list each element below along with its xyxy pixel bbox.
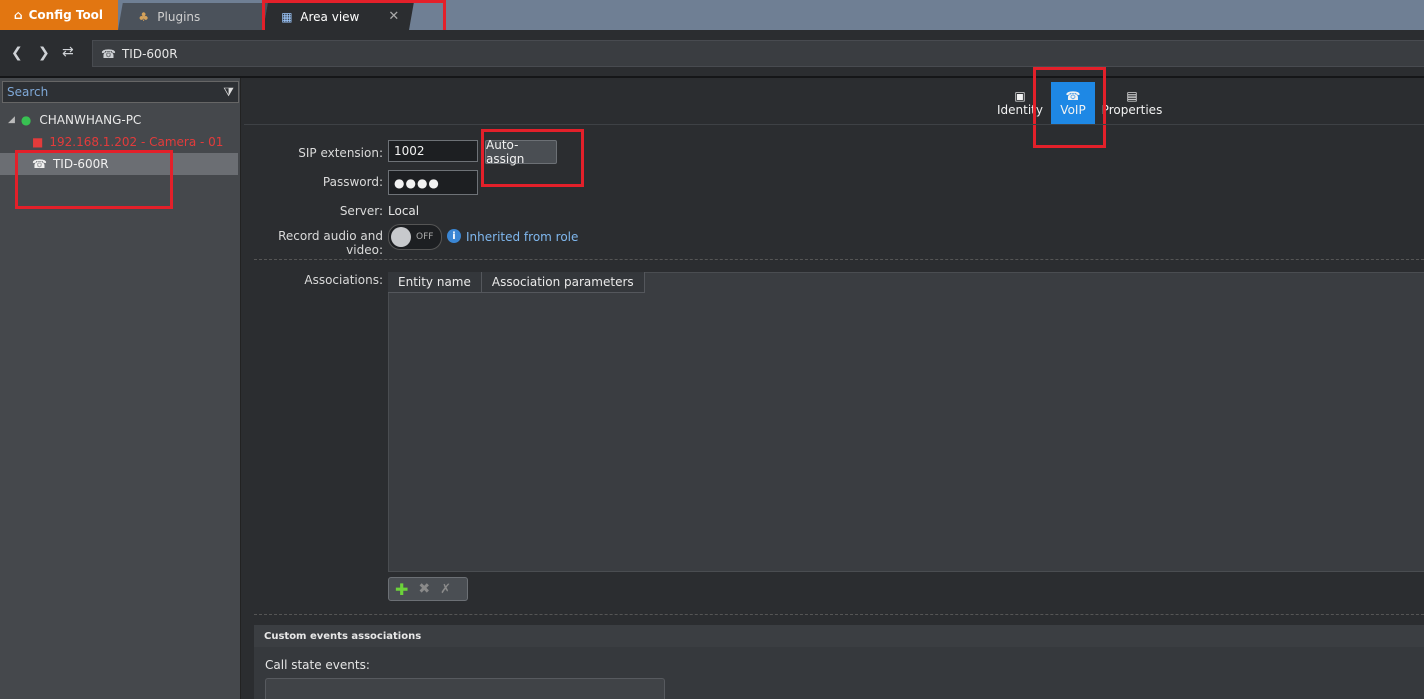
phone-icon: ☎	[32, 157, 47, 171]
plugin-icon: ♣	[138, 9, 150, 24]
tree-tid-label: TID-600R	[52, 157, 109, 171]
password-label: Password:	[322, 175, 383, 189]
tab-identity[interactable]: ▣ Identity	[997, 82, 1043, 124]
search-placeholder: Search	[7, 85, 49, 99]
auto-assign-button[interactable]: Auto-assign	[485, 138, 557, 166]
back-icon[interactable]: ❮	[11, 45, 23, 61]
tab-plugins-label: Plugins	[157, 9, 201, 24]
expand-icon[interactable]: ◢	[8, 115, 15, 125]
tab-voip-label: VoIP	[1060, 103, 1086, 117]
server-label: Server:	[339, 204, 383, 218]
tabs-divider	[244, 124, 1424, 125]
table-header: Entity name Association parameters	[388, 272, 645, 293]
tab-area-view[interactable]: ▦ Area view ✕	[263, 3, 414, 30]
camera-icon: ■	[32, 135, 44, 149]
delete-icon[interactable]: ✖	[418, 581, 430, 597]
home-icon: ⌂	[14, 8, 23, 22]
close-icon[interactable]: ✕	[388, 9, 399, 24]
toggle-state: OFF	[416, 232, 434, 242]
sip-extension-input[interactable]: 1002	[388, 140, 478, 162]
area-icon: ▦	[281, 9, 293, 24]
inherited-link[interactable]: Inherited from role	[466, 230, 578, 244]
search-input[interactable]: Search ⧩	[2, 81, 239, 103]
tree-item-root[interactable]: ◢ ● CHANWHANG-PC	[0, 110, 141, 130]
password-value: ●●●●	[394, 175, 440, 190]
associations-label: Associations:	[304, 273, 383, 287]
edit-icon[interactable]: ✗	[440, 582, 451, 597]
address-bar[interactable]: ☎ TID-600R	[92, 40, 1424, 67]
call-state-label: Call state events:	[265, 658, 370, 672]
custom-events-header: Custom events associations	[254, 625, 1424, 647]
col-association-params[interactable]: Association parameters	[481, 272, 645, 293]
tab-properties[interactable]: ▤ Properties	[1101, 82, 1163, 124]
tab-plugins[interactable]: ♣ Plugins	[118, 3, 268, 30]
record-toggle[interactable]: OFF	[388, 224, 442, 250]
tab-identity-label: Identity	[997, 103, 1043, 117]
record-label: Record audio and video:	[278, 229, 383, 257]
add-icon[interactable]: ✚	[395, 580, 408, 599]
sip-label: SIP extension:	[298, 146, 383, 160]
info-icon: i	[447, 229, 461, 243]
server-icon: ●	[20, 113, 32, 127]
password-input[interactable]: ●●●●	[388, 170, 478, 195]
tab-config-tool[interactable]: ⌂ Config Tool	[0, 0, 118, 30]
forward-icon[interactable]: ❯	[38, 45, 50, 61]
tab-area-view-label: Area view	[300, 9, 360, 24]
call-state-events-list[interactable]	[265, 678, 665, 699]
tree-item-tid600r[interactable]: ☎ TID-600R	[0, 153, 238, 175]
address-entity: TID-600R	[121, 46, 178, 61]
divider	[254, 614, 1424, 615]
tree-item-camera[interactable]: ■ 192.168.1.202 - Camera - 01	[32, 133, 223, 151]
voip-icon: ☎	[1065, 89, 1081, 103]
sip-value: 1002	[394, 144, 425, 158]
tab-voip[interactable]: ☎ VoIP	[1051, 82, 1095, 124]
server-value: Local	[388, 204, 420, 218]
associations-toolbar: ✚ ✖ ✗	[388, 577, 468, 601]
properties-icon: ▤	[1126, 89, 1138, 103]
tab-properties-label: Properties	[1101, 103, 1163, 117]
tab-config-tool-label: Config Tool	[28, 8, 104, 22]
toggle-knob	[391, 227, 411, 247]
filter-icon[interactable]: ⧩	[223, 85, 234, 100]
associations-table[interactable]	[388, 272, 1424, 572]
divider	[254, 259, 1424, 260]
phone-icon: ☎	[101, 46, 116, 61]
col-entity-name[interactable]: Entity name	[388, 272, 482, 293]
tree-root-label: CHANWHANG-PC	[39, 113, 142, 127]
history-icon[interactable]: ⇄	[62, 44, 74, 60]
tree-camera-label: 192.168.1.202 - Camera - 01	[49, 135, 224, 149]
identity-icon: ▣	[1014, 89, 1026, 103]
